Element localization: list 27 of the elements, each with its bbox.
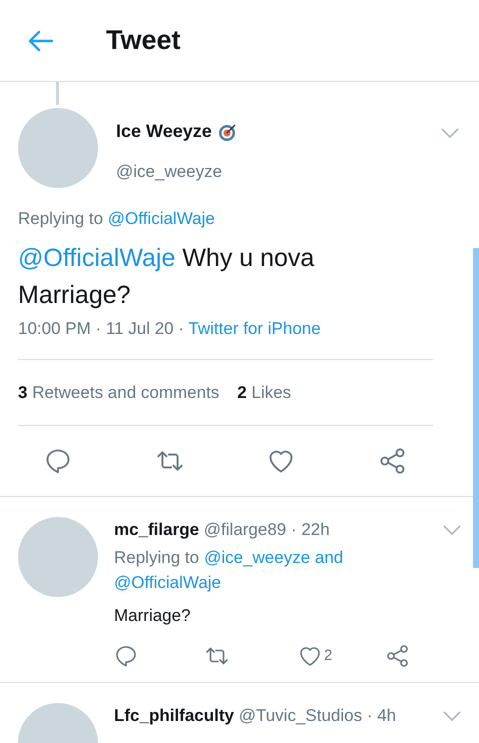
reply-text: Marriage? — [114, 604, 192, 626]
back-arrow-icon[interactable] — [28, 30, 54, 52]
target-icon — [218, 122, 238, 142]
user-name: Lfc_philfaculty — [114, 706, 234, 725]
comment-icon[interactable] — [44, 447, 72, 475]
mention-link[interactable]: @OfficialWaje — [114, 570, 222, 594]
share-icon[interactable] — [378, 447, 407, 475]
mention-link[interactable]: @OfficialWaje — [108, 209, 215, 228]
user-handle: @filarge89 · 22h — [204, 520, 330, 539]
like-count: 2 — [324, 646, 332, 666]
comment-icon[interactable] — [114, 644, 138, 668]
user-name: Ice Weeyze — [116, 120, 212, 143]
heart-icon[interactable] — [298, 644, 322, 668]
source-link[interactable]: Twitter for iPhone — [188, 318, 321, 338]
likes-stat[interactable]: 2 Likes — [237, 380, 292, 406]
user-handle: @ice_weeyze — [116, 161, 224, 183]
page-title: Tweet — [106, 24, 181, 58]
replying-label: Replying to — [18, 209, 104, 228]
retweets-stat[interactable]: 3 Retweets and comments — [18, 380, 220, 406]
timestamp: 10:00 PM · 11 Jul 20 · — [18, 318, 185, 338]
replying-label: Replying to — [114, 546, 200, 568]
user-handle: @Tuvic_Studios · 4h — [238, 706, 396, 725]
mention-link[interactable]: @ice_weeyze and — [204, 544, 344, 570]
share-icon[interactable] — [386, 644, 410, 668]
user-name: mc_filarge — [114, 520, 200, 539]
tweet-text: @OfficialWaje Why u nova Marriage? — [18, 242, 316, 310]
mention-link[interactable]: @OfficialWaje — [18, 244, 176, 272]
